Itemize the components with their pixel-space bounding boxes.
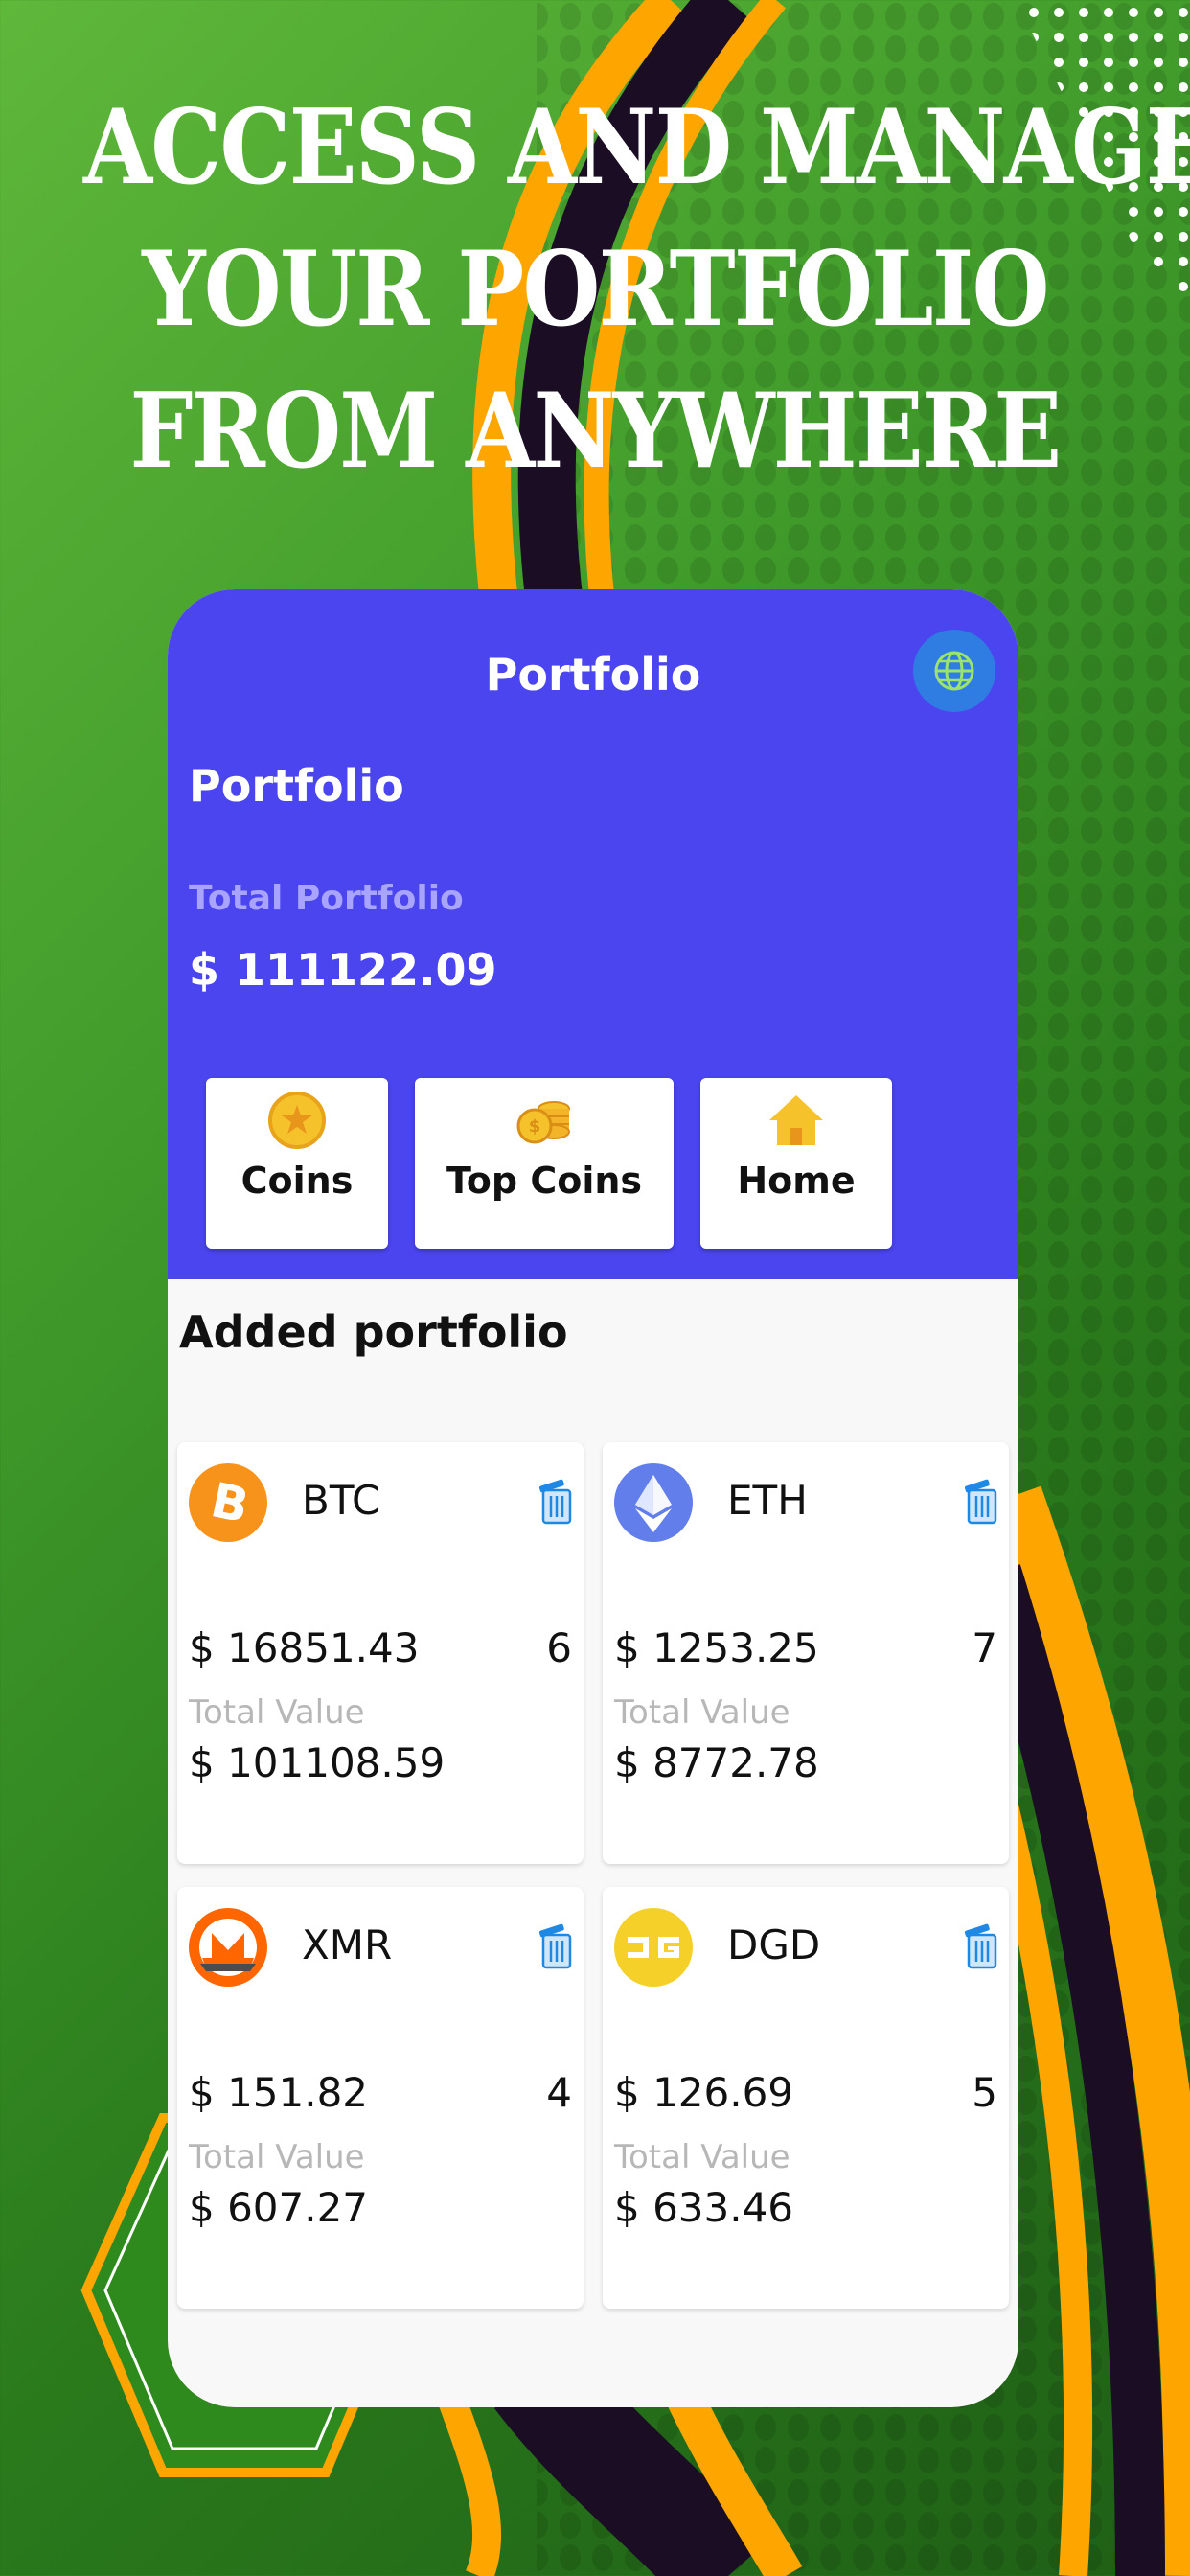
app-bar-title: Portfolio [485, 649, 701, 701]
total-portfolio-value: $ 111122.09 [189, 944, 497, 996]
coins-button[interactable]: Coins [206, 1078, 388, 1249]
coin-stack-icon: $ [516, 1101, 570, 1144]
home-button[interactable]: Home [700, 1078, 892, 1249]
total-value: $ 101108.59 [189, 1739, 446, 1786]
coin-quantity: 6 [546, 1624, 572, 1671]
phone-screen: Portfolio Portfolio Total Portfolio $ 11… [168, 589, 1018, 2407]
total-value-label: Total Value [614, 2138, 790, 2176]
coins-label: Coins [240, 1160, 354, 1202]
top-coins-button[interactable]: $ Top Coins [415, 1078, 674, 1249]
total-value: $ 633.46 [614, 2184, 794, 2231]
total-value: $ 8772.78 [614, 1739, 819, 1786]
headline-line-3: FROM ANYWHERE [129, 371, 1063, 492]
monero-logo-icon [189, 1908, 267, 1987]
added-portfolio-title: Added portfolio [179, 1306, 568, 1358]
top-coins-label: Top Coins [446, 1160, 643, 1202]
headline: ACCESS AND MANAGE YOUR PORTFOLIO FROM AN… [82, 77, 1190, 502]
section-title: Portfolio [189, 760, 404, 812]
coin-symbol: ETH [727, 1477, 808, 1524]
star-coin-icon [268, 1092, 326, 1149]
ethereum-logo-icon [614, 1463, 693, 1542]
portfolio-card-dgd[interactable]: DGD $ 126.69 5 Total Value $ 633.46 [603, 1887, 1009, 2309]
home-label: Home [737, 1160, 856, 1202]
coin-quantity: 5 [972, 2069, 997, 2116]
coin-price: $ 151.82 [189, 2069, 369, 2116]
coin-price: $ 126.69 [614, 2069, 794, 2116]
headline-line-2: YOUR PORTFOLIO [142, 229, 1049, 350]
portfolio-card-btc[interactable]: B BTC $ 16851.43 6 Total Value $ 101108.… [177, 1442, 584, 1864]
total-value-label: Total Value [614, 1693, 790, 1732]
delete-icon[interactable] [963, 1923, 999, 1969]
coin-quantity: 4 [546, 2069, 572, 2116]
coin-symbol: DGD [727, 1921, 821, 1968]
coin-symbol: BTC [302, 1477, 380, 1524]
total-value-label: Total Value [189, 2138, 365, 2176]
portfolio-header: Portfolio Portfolio Total Portfolio $ 11… [168, 589, 1018, 1279]
coin-price: $ 16851.43 [189, 1624, 420, 1671]
globe-icon [934, 651, 974, 691]
headline-line-1: ACCESS AND MANAGE [82, 87, 1190, 208]
delete-icon[interactable] [538, 1923, 574, 1969]
home-icon [769, 1095, 823, 1145]
coin-price: $ 1253.25 [614, 1624, 819, 1671]
coin-symbol: XMR [302, 1921, 393, 1968]
coin-quantity: 7 [972, 1624, 997, 1671]
total-value: $ 607.27 [189, 2184, 369, 2231]
svg-text:$: $ [529, 1116, 541, 1137]
bitcoin-logo-icon: B [189, 1463, 267, 1542]
language-button[interactable] [913, 630, 995, 712]
portfolio-card-eth[interactable]: ETH $ 1253.25 7 Total Value $ 8772.78 [603, 1442, 1009, 1864]
delete-icon[interactable] [963, 1479, 999, 1525]
delete-icon[interactable] [538, 1479, 574, 1525]
total-portfolio-label: Total Portfolio [189, 879, 464, 918]
total-value-label: Total Value [189, 1693, 365, 1732]
digixdao-logo-icon [614, 1908, 693, 1987]
portfolio-card-xmr[interactable]: XMR $ 151.82 4 Total Value $ 607.27 [177, 1887, 584, 2309]
